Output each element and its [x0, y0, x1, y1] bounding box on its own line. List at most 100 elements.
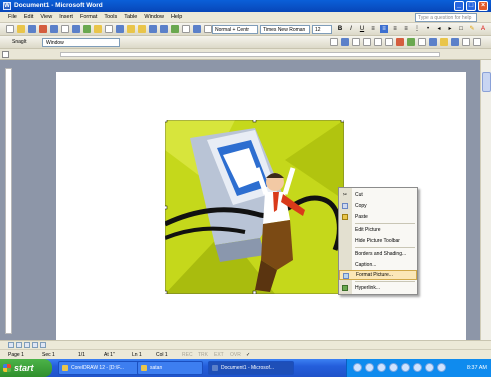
context-menu-item-edit-picture[interactable]: Edit Picture: [339, 225, 417, 235]
bullets-icon[interactable]: •: [424, 25, 432, 33]
taskbar-item-word[interactable]: Document1 - Microsof...: [208, 361, 294, 375]
start-button[interactable]: start: [0, 359, 52, 377]
tray-icon[interactable]: [437, 363, 446, 372]
help-search-input[interactable]: Type a question for help: [415, 13, 477, 22]
paste-icon[interactable]: [127, 25, 135, 33]
more-brightness-icon[interactable]: [374, 38, 382, 46]
tray-icon[interactable]: [365, 363, 374, 372]
redo-icon[interactable]: [160, 25, 168, 33]
menu-view[interactable]: View: [40, 14, 52, 20]
print-preview-icon[interactable]: [72, 25, 80, 33]
line-style-icon[interactable]: [418, 38, 426, 46]
print-layout-button[interactable]: [24, 342, 30, 348]
word-app-icon[interactable]: W: [3, 2, 11, 10]
font-combo[interactable]: Times New Roman: [260, 25, 310, 34]
align-right-icon[interactable]: ≡: [391, 25, 399, 33]
scrollbar-thumb[interactable]: [482, 72, 491, 92]
menu-format[interactable]: Format: [80, 14, 97, 20]
copy-icon[interactable]: [116, 25, 124, 33]
context-menu-item-format-picture[interactable]: Format Picture...: [339, 270, 417, 280]
taskbar-item-satan[interactable]: satan: [137, 361, 203, 375]
compress-icon[interactable]: [429, 38, 437, 46]
research-icon[interactable]: [94, 25, 102, 33]
justify-icon[interactable]: ≡: [402, 25, 410, 33]
context-menu-item-paste[interactable]: Paste: [339, 212, 417, 222]
indent-icon[interactable]: ▸: [446, 25, 454, 33]
menu-tools[interactable]: Tools: [104, 14, 117, 20]
outdent-icon[interactable]: ◂: [435, 25, 443, 33]
style-combo[interactable]: Normal + Centr: [212, 25, 258, 34]
taskbar-item-coreldraw[interactable]: CorelDRAW 12 - [D:\F...: [58, 361, 144, 375]
snagit-button[interactable]: SnagIt: [12, 39, 26, 45]
font-size-combo[interactable]: 12: [312, 25, 332, 34]
normal-view-button[interactable]: [8, 342, 14, 348]
new-document-icon[interactable]: [6, 25, 14, 33]
menu-edit[interactable]: Edit: [24, 14, 33, 20]
maximize-button[interactable]: □: [466, 1, 476, 11]
spelling-icon[interactable]: [83, 25, 91, 33]
menu-file[interactable]: File: [8, 14, 17, 20]
minimize-button[interactable]: _: [454, 1, 464, 11]
italic-button[interactable]: I: [347, 25, 355, 33]
tray-icon[interactable]: [389, 363, 398, 372]
highlight-icon[interactable]: ✎: [468, 25, 476, 33]
less-brightness-icon[interactable]: [385, 38, 393, 46]
tray-icon[interactable]: [413, 363, 422, 372]
tray-icon[interactable]: [401, 363, 410, 372]
format-picture-toolbar-icon[interactable]: [451, 38, 459, 46]
vertical-ruler[interactable]: [5, 68, 12, 334]
menu-table[interactable]: Table: [124, 14, 137, 20]
hyperlink-icon[interactable]: [171, 25, 179, 33]
underline-button[interactable]: U: [358, 25, 366, 33]
tables-borders-icon[interactable]: [182, 25, 190, 33]
set-transparent-icon[interactable]: [462, 38, 470, 46]
tray-icon[interactable]: [353, 363, 362, 372]
undo-icon[interactable]: [149, 25, 157, 33]
bold-button[interactable]: B: [336, 25, 344, 33]
email-icon[interactable]: [50, 25, 58, 33]
format-painter-icon[interactable]: [138, 25, 146, 33]
align-left-icon[interactable]: ≡: [369, 25, 377, 33]
web-layout-button[interactable]: [16, 342, 22, 348]
snagit-window-combo[interactable]: Window: [42, 38, 120, 47]
less-contrast-icon[interactable]: [363, 38, 371, 46]
vertical-scrollbar[interactable]: [480, 60, 491, 340]
reset-picture-icon[interactable]: [473, 38, 481, 46]
reading-layout-button[interactable]: [40, 342, 46, 348]
rotate-icon[interactable]: [407, 38, 415, 46]
more-contrast-icon[interactable]: [352, 38, 360, 46]
numbering-icon[interactable]: ⋮: [413, 25, 421, 33]
crop-icon[interactable]: [396, 38, 404, 46]
color-icon[interactable]: [341, 38, 349, 46]
context-menu-item-cut[interactable]: ✂ Cut: [339, 190, 417, 200]
clipart-picture[interactable]: [165, 120, 344, 294]
font-color-icon[interactable]: A: [479, 25, 487, 33]
insert-table-icon[interactable]: [193, 25, 201, 33]
clock[interactable]: 8:37 AM: [467, 359, 487, 377]
menu-window[interactable]: Window: [144, 14, 164, 20]
insert-picture-icon[interactable]: [330, 38, 338, 46]
cut-icon[interactable]: [105, 25, 113, 33]
columns-icon[interactable]: [204, 25, 212, 33]
context-menu-item-hyperlink[interactable]: Hyperlink...: [339, 283, 417, 293]
outline-view-button[interactable]: [32, 342, 38, 348]
close-button[interactable]: ×: [478, 1, 488, 11]
menu-insert[interactable]: Insert: [59, 14, 73, 20]
tab-selector[interactable]: [2, 51, 9, 58]
context-menu-item-borders-shading[interactable]: Borders and Shading...: [339, 249, 417, 259]
horizontal-scrollbar[interactable]: [0, 340, 491, 349]
context-menu-item-copy[interactable]: Copy: [339, 201, 417, 211]
save-icon[interactable]: [28, 25, 36, 33]
tray-icon[interactable]: [377, 363, 386, 372]
print-icon[interactable]: [61, 25, 69, 33]
open-icon[interactable]: [17, 25, 25, 33]
context-menu-item-hide-picture-toolbar[interactable]: Hide Picture Toolbar: [339, 236, 417, 246]
align-center-icon[interactable]: ≡: [380, 25, 388, 33]
context-menu-item-caption[interactable]: Caption...: [339, 260, 417, 270]
ruler-scale[interactable]: [60, 52, 440, 57]
menu-help[interactable]: Help: [171, 14, 182, 20]
border-icon[interactable]: □: [457, 25, 465, 33]
text-wrapping-icon[interactable]: [440, 38, 448, 46]
tray-icon[interactable]: [425, 363, 434, 372]
permission-icon[interactable]: [39, 25, 47, 33]
